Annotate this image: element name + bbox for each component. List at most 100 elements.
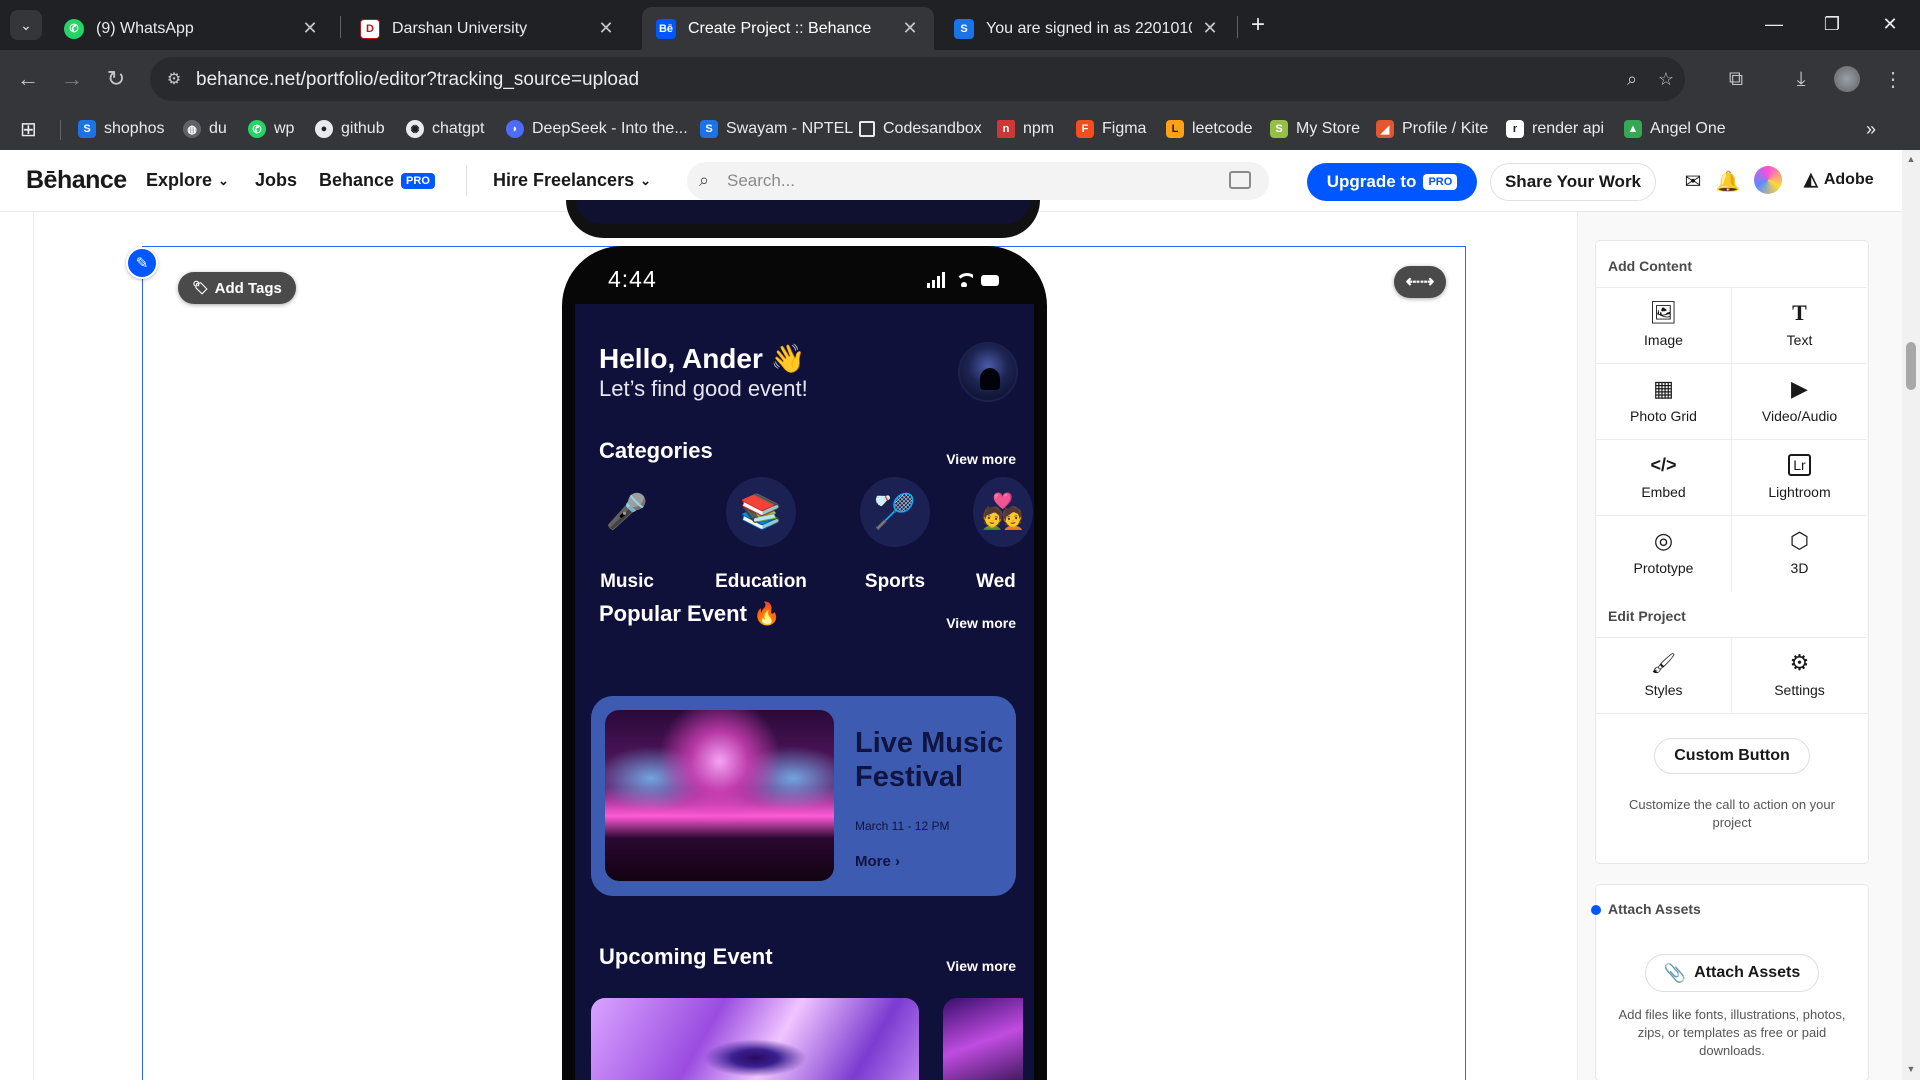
- whatsapp-icon: ✆: [248, 120, 266, 138]
- behance-logo[interactable]: Bēhance: [26, 166, 127, 195]
- bookmark-kite[interactable]: ◢ Profile / Kite: [1376, 118, 1488, 140]
- scroll-up-icon[interactable]: ▲: [1904, 154, 1918, 166]
- bookmark-star-icon[interactable]: ☆: [1654, 67, 1678, 91]
- bookmark-codesandbox[interactable]: Codesandbox: [859, 118, 982, 140]
- add-photo-grid-button[interactable]: ▦ Photo Grid: [1596, 363, 1731, 439]
- edit-module-pencil-icon[interactable]: ✎: [126, 247, 158, 279]
- bookmark-deepseek[interactable]: ◗ DeepSeek - Into the...: [506, 118, 688, 140]
- bookmark-github[interactable]: ● github: [315, 118, 385, 140]
- back-icon[interactable]: ←: [10, 61, 46, 97]
- full-width-toggle-button[interactable]: ⇠⇢: [1394, 266, 1446, 298]
- pro-badge: PRO: [1423, 174, 1458, 190]
- nav-explore[interactable]: Explore ⌄: [146, 170, 229, 191]
- forward-icon[interactable]: →: [54, 61, 90, 97]
- image-search-icon[interactable]: [1229, 171, 1251, 189]
- add-image-label: Image: [1644, 332, 1683, 348]
- bookmark-chatgpt[interactable]: ✺ chatgpt: [406, 118, 484, 140]
- site-info-icon[interactable]: ⚙: [162, 67, 186, 91]
- category-education: 📚 Education: [706, 477, 816, 593]
- category-label: Sports: [864, 571, 926, 592]
- scroll-down-icon[interactable]: ▼: [1904, 1064, 1918, 1076]
- brush-icon: 🖌: [1650, 652, 1677, 675]
- add-image-button[interactable]: 🖼 Image: [1596, 287, 1731, 363]
- address-bar[interactable]: ⚙ behance.net/portfolio/editor?tracking_…: [150, 57, 1685, 101]
- styles-label: Styles: [1644, 682, 1683, 698]
- nav-behance-pro[interactable]: Behance PRO: [319, 170, 435, 191]
- cube-icon: ⬡: [1789, 528, 1810, 553]
- close-tab-icon[interactable]: ✕: [596, 18, 616, 39]
- bookmark-shophos[interactable]: Sshophos: [78, 118, 165, 140]
- add-prototype-button[interactable]: ◎ Prototype: [1596, 515, 1731, 591]
- add-photo-grid-label: Photo Grid: [1630, 408, 1697, 424]
- add-video-audio-button[interactable]: ▶ Video/Audio: [1732, 363, 1867, 439]
- scrollbar-thumb[interactable]: [1906, 342, 1916, 390]
- add-tags-button[interactable]: 🏷 Add Tags: [178, 272, 296, 304]
- zoom-icon[interactable]: ⌕: [1620, 67, 1644, 91]
- tab-title: You are signed in as 220101014: [986, 19, 1192, 37]
- phone-mockup-image[interactable]: 4:44 Hello, Ander 👋 Let’s find good even…: [562, 246, 1047, 1080]
- bookmark-divider: [60, 120, 61, 140]
- add-3d-button[interactable]: ⬡ 3D: [1732, 515, 1867, 591]
- browser-menu-icon[interactable]: ⋮: [1877, 63, 1909, 95]
- attach-assets-button[interactable]: 📎 Attach Assets: [1645, 954, 1819, 992]
- signal-icon: [927, 272, 947, 288]
- bookmark-npm[interactable]: n npm: [997, 118, 1054, 140]
- url-text[interactable]: behance.net/portfolio/editor?tracking_so…: [196, 69, 639, 91]
- edit-project-title: Edit Project: [1608, 608, 1686, 624]
- bookmark-du[interactable]: ◍ du: [183, 118, 227, 140]
- shopify-icon: S: [1270, 120, 1288, 138]
- wave-icon: 👋: [770, 343, 806, 374]
- previous-image-screen: [576, 200, 1030, 224]
- bookmark-leetcode[interactable]: Lleetcode: [1166, 118, 1253, 140]
- bookmark-figma[interactable]: F Figma: [1076, 118, 1146, 140]
- tab-swayam[interactable]: S You are signed in as 220101014 ✕: [940, 7, 1234, 50]
- tab-search-button[interactable]: ⌄: [10, 10, 42, 40]
- apps-grid-icon[interactable]: ⊞: [20, 118, 37, 141]
- custom-button[interactable]: Custom Button: [1654, 738, 1810, 774]
- add-lightroom-button[interactable]: Lr Lightroom: [1732, 439, 1867, 515]
- category-music: 🎤 Music: [575, 477, 682, 593]
- minimize-icon[interactable]: —: [1745, 0, 1803, 48]
- reload-icon[interactable]: ↻: [98, 61, 134, 97]
- adobe-link[interactable]: ◭ Adobe: [1804, 169, 1874, 190]
- tab-darshan-university[interactable]: D Darshan University ✕: [346, 7, 630, 50]
- upgrade-to-pro-button[interactable]: Upgrade to PRO: [1307, 163, 1477, 201]
- restore-icon[interactable]: ❐: [1803, 0, 1861, 48]
- mail-icon[interactable]: ✉: [1680, 168, 1706, 194]
- download-icon[interactable]: ⤓: [1785, 63, 1817, 95]
- close-tab-icon[interactable]: ✕: [300, 18, 320, 39]
- prototype-icon: ◎: [1653, 528, 1674, 553]
- close-tab-icon[interactable]: ✕: [900, 18, 920, 39]
- add-embed-label: Embed: [1641, 484, 1686, 500]
- more-bookmarks-icon[interactable]: »: [1866, 118, 1876, 140]
- page-scrollbar[interactable]: [1902, 150, 1920, 1080]
- tab-whatsapp[interactable]: ✆ (9) WhatsApp ✕: [50, 7, 334, 50]
- bell-icon[interactable]: 🔔: [1715, 168, 1741, 194]
- bookmark-swayam[interactable]: S Swayam - NPTEL: [700, 118, 853, 140]
- settings-button[interactable]: ⚙ Settings: [1732, 637, 1867, 713]
- nav-hire-freelancers[interactable]: Hire Freelancers ⌄: [493, 170, 651, 191]
- search-input[interactable]: [727, 170, 1197, 192]
- attach-assets-label: Attach Assets: [1694, 964, 1801, 981]
- add-text-button[interactable]: T Text: [1732, 287, 1867, 363]
- render-icon: r: [1506, 120, 1524, 138]
- close-tab-icon[interactable]: ✕: [1200, 18, 1220, 39]
- bookmark-my-store[interactable]: S My Store: [1270, 118, 1360, 140]
- styles-button[interactable]: 🖌 Styles: [1596, 637, 1731, 713]
- popular-view-more: View more: [946, 615, 1016, 631]
- profile-avatar-icon[interactable]: [1831, 63, 1863, 95]
- close-window-icon[interactable]: ✕: [1861, 0, 1919, 48]
- add-embed-button[interactable]: </> Embed: [1596, 439, 1731, 515]
- bookmark-render-api[interactable]: r render api: [1506, 118, 1604, 140]
- bookmark-wp[interactable]: ✆ wp: [248, 118, 294, 140]
- bookmark-angel-one[interactable]: ▲ Angel One: [1624, 118, 1726, 140]
- figma-icon: F: [1076, 120, 1094, 138]
- popular-event-label: Popular Event: [599, 601, 747, 626]
- tab-behance-create-project[interactable]: Bē Create Project :: Behance ✕: [642, 7, 934, 50]
- user-avatar[interactable]: [1754, 166, 1782, 194]
- share-your-work-button[interactable]: Share Your Work: [1490, 163, 1656, 201]
- extensions-icon[interactable]: ⧉: [1720, 63, 1752, 95]
- nav-jobs[interactable]: Jobs: [255, 170, 297, 191]
- upcoming-event-photo: [591, 998, 919, 1080]
- new-tab-button[interactable]: +: [1243, 10, 1273, 40]
